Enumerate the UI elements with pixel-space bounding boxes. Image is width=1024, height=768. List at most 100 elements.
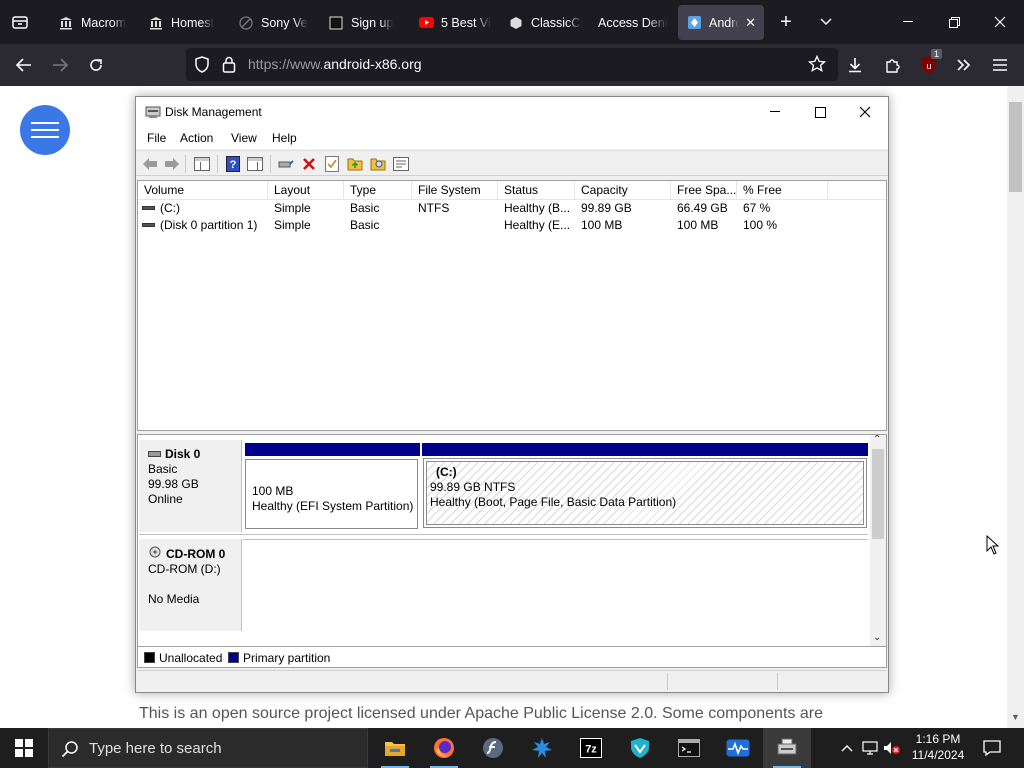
properties-icon[interactable]: [323, 155, 340, 172]
close-window-icon[interactable]: [990, 12, 1010, 32]
cell-volume: (C:): [160, 201, 180, 215]
table-row[interactable]: (C:) Simple Basic NTFS Healthy (B... 99.…: [138, 200, 886, 217]
close-tab-icon[interactable]: ✕: [745, 15, 756, 31]
cell-status: Healthy (B...: [504, 201, 571, 215]
cdrom0-label[interactable]: CD-ROM 0 CD-ROM (D:) No Media: [139, 539, 242, 631]
table-row[interactable]: (Disk 0 partition 1) Simple Basic Health…: [138, 217, 886, 234]
url-domain: android-x86.org: [323, 56, 422, 72]
disk0-state: Online: [148, 492, 183, 506]
tab-access-denied[interactable]: Access Denie: [590, 5, 676, 40]
forward-icon[interactable]: [163, 155, 180, 172]
mouse-cursor-icon: [986, 534, 1000, 558]
cell-free-space: 66.49 GB: [677, 201, 728, 215]
browser-tab-bar: Macrom Homest Sony Ve Sign up 5 Best Vi …: [0, 0, 1024, 44]
partition-c[interactable]: (C:) 99.89 GB NTFS Healthy (Boot, Page F…: [422, 443, 868, 528]
disk-management-taskbar-icon[interactable]: [763, 728, 811, 768]
back-icon[interactable]: [141, 155, 158, 172]
explore-search-icon[interactable]: [369, 155, 386, 172]
notifications-icon[interactable]: [980, 728, 1004, 768]
new-tab-icon[interactable]: +: [776, 11, 796, 33]
window-title-bar[interactable]: Disk Management: [136, 97, 888, 127]
column-status[interactable]: Status: [498, 181, 575, 200]
show-hide-console-tree-icon[interactable]: [193, 155, 210, 172]
app-menu-icon[interactable]: [990, 55, 1010, 75]
firefox-icon[interactable]: [420, 728, 468, 768]
tab-sony-vegas[interactable]: Sony Ve: [230, 5, 318, 40]
shield-app-icon[interactable]: [616, 728, 664, 768]
menu-action[interactable]: Action: [180, 131, 213, 145]
disk0-type: Basic: [148, 462, 178, 476]
system-clock[interactable]: 1:16 PM 11/4/2024: [906, 731, 970, 763]
chevron-down-icon[interactable]: ⌄: [873, 632, 881, 643]
minimize-icon[interactable]: [752, 97, 798, 127]
extensions-puzzle-icon[interactable]: [882, 55, 902, 75]
cell-status: Healthy (E...: [504, 218, 571, 232]
heartbeat-monitor-icon[interactable]: [714, 728, 762, 768]
disk-view-scrollbar[interactable]: ⌃ ⌄: [870, 435, 886, 665]
column-layout[interactable]: Layout: [268, 181, 344, 200]
tab-homest[interactable]: Homest: [140, 5, 228, 40]
tab-android-x86[interactable]: Andro ✕: [678, 5, 764, 40]
partition-efi[interactable]: 100 MB Healthy (EFI System Partition): [245, 443, 420, 529]
lock-icon[interactable]: [222, 56, 236, 76]
close-icon[interactable]: [842, 97, 888, 127]
url-bar[interactable]: https://www.android-x86.org: [186, 48, 838, 81]
delete-icon[interactable]: [300, 155, 317, 172]
maximize-icon[interactable]: [797, 97, 843, 127]
bookmark-star-icon[interactable]: [807, 54, 827, 76]
column-file-system[interactable]: File System: [412, 181, 498, 200]
show-hidden-icons-icon[interactable]: [838, 728, 856, 768]
connect-disk-icon[interactable]: [277, 155, 294, 172]
terminal-icon[interactable]: [665, 728, 713, 768]
tab-list-icon[interactable]: [8, 10, 32, 34]
file-explorer-icon[interactable]: [371, 728, 419, 768]
7zip-icon[interactable]: 7z: [567, 728, 615, 768]
forward-arrow-icon[interactable]: [50, 55, 70, 75]
menu-file[interactable]: File: [147, 131, 166, 145]
list-all-tabs-icon[interactable]: [816, 12, 836, 32]
cell-file-system: [418, 217, 498, 234]
youtube-icon: [418, 15, 434, 31]
reload-icon[interactable]: [86, 55, 106, 75]
settings-list-icon[interactable]: [392, 155, 409, 172]
column-percent-free[interactable]: % Free: [737, 181, 828, 200]
page-scrollbar-thumb[interactable]: [1009, 102, 1022, 192]
open-folder-icon[interactable]: [346, 155, 363, 172]
minimize-icon[interactable]: [898, 12, 918, 32]
disk-view-scrollbar-thumb[interactable]: [872, 449, 884, 539]
tab-classiccube[interactable]: ClassicCu: [500, 5, 590, 40]
tab-5-best-video[interactable]: 5 Best Vi: [410, 5, 500, 40]
taskbar-search-box[interactable]: Type here to search: [48, 728, 368, 768]
disk0-label[interactable]: Disk 0 Basic 99.98 GB Online: [139, 440, 242, 532]
scroll-down-icon[interactable]: ▼: [1011, 712, 1020, 722]
network-icon[interactable]: [860, 728, 880, 768]
overflow-chevrons-icon[interactable]: [954, 55, 974, 75]
tab-sign-up[interactable]: Sign up: [320, 5, 408, 40]
column-free-space[interactable]: Free Spa...: [671, 181, 737, 200]
blue-app-icon[interactable]: [518, 728, 566, 768]
back-arrow-icon[interactable]: [14, 55, 34, 75]
help-icon[interactable]: ?: [224, 155, 241, 172]
tab-label: Sign up: [351, 15, 394, 30]
cdrom0-area[interactable]: [243, 539, 868, 633]
tab-macrom[interactable]: Macrom: [50, 5, 138, 40]
column-capacity[interactable]: Capacity: [575, 181, 671, 200]
volume-muted-icon[interactable]: [882, 728, 902, 768]
menu-help[interactable]: Help: [272, 131, 297, 145]
download-icon[interactable]: [845, 55, 865, 75]
android-x86-icon: [686, 15, 702, 31]
ublock-icon[interactable]: u 1: [918, 49, 942, 77]
show-hide-action-pane-icon[interactable]: [246, 155, 263, 172]
search-icon: [61, 740, 79, 761]
shield-icon[interactable]: [194, 56, 210, 76]
column-volume[interactable]: Volume: [138, 181, 268, 200]
site-menu-button[interactable]: [20, 105, 70, 155]
page-scrollbar[interactable]: ▼: [1007, 86, 1024, 728]
flash-player-icon[interactable]: [469, 728, 517, 768]
url-text[interactable]: https://www.android-x86.org: [248, 56, 422, 72]
chevron-up-icon[interactable]: ⌃: [873, 435, 881, 445]
column-type[interactable]: Type: [344, 181, 412, 200]
restore-icon[interactable]: [944, 12, 964, 32]
windows-start-icon[interactable]: [0, 728, 48, 768]
menu-view[interactable]: View: [231, 131, 257, 145]
